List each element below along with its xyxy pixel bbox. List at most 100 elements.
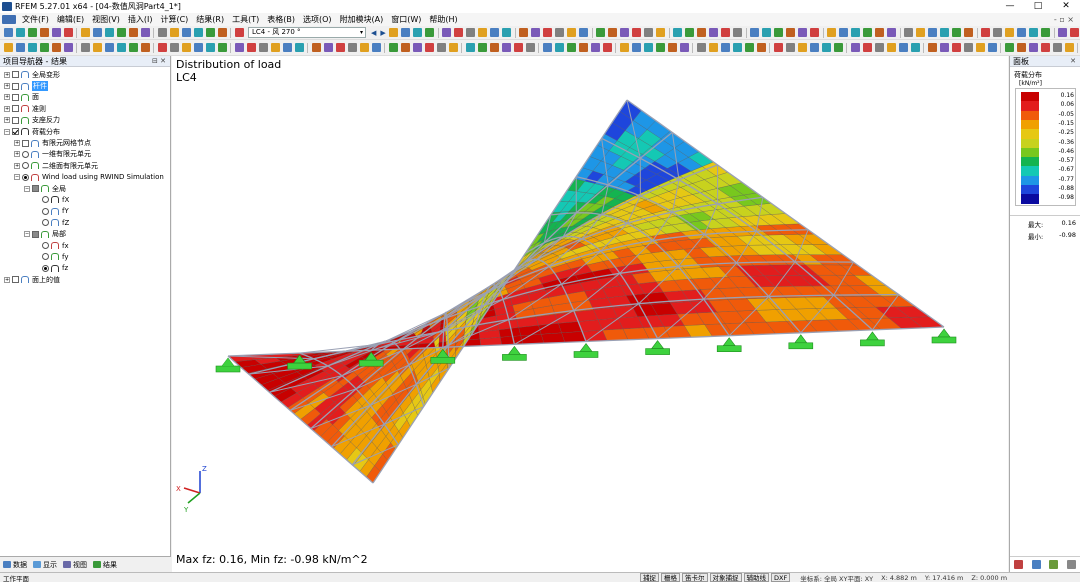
tree-item[interactable]: + 准则: [0, 103, 170, 114]
toolbar-button-icon[interactable]: [412, 43, 422, 52]
toolbar-button-icon[interactable]: [696, 43, 706, 52]
maximize-button[interactable]: □: [1024, 0, 1052, 13]
toolbar-button-icon[interactable]: [732, 43, 742, 52]
color-legend[interactable]: 0.16 0.06 -0.05 -0.15 -0.25 -0.36 -0.46 -0.57 -0…: [1015, 88, 1076, 206]
toolbar-button-icon[interactable]: [774, 28, 784, 37]
cartesian-toggle[interactable]: 笛卡尔: [682, 573, 708, 582]
toolbar-button-icon[interactable]: [478, 28, 488, 37]
tab-results[interactable]: 结果: [90, 560, 120, 570]
tree-item[interactable]: + 全局变形: [0, 69, 170, 80]
toolbar-button-icon[interactable]: [555, 28, 565, 37]
factor-icon[interactable]: [1031, 559, 1041, 569]
toolbar-button-icon[interactable]: [448, 43, 458, 52]
toolbar-button-icon[interactable]: [401, 28, 411, 37]
toolbar-button-icon[interactable]: [27, 43, 37, 52]
filter-icon[interactable]: [1049, 559, 1059, 569]
toolbar-button-icon[interactable]: [963, 43, 973, 52]
tree-item[interactable]: + 二维面有限元单元: [0, 160, 170, 171]
toolbar-button-icon[interactable]: [975, 43, 985, 52]
tree-checkbox[interactable]: [22, 139, 29, 147]
tree-checkbox[interactable]: [12, 71, 19, 79]
toolbar-button-icon[interactable]: [685, 28, 695, 37]
toolbar-button-icon[interactable]: [850, 43, 860, 52]
toolbar-button-icon[interactable]: [916, 28, 926, 37]
toolbar-button-icon[interactable]: [898, 43, 908, 52]
toolbar-button-icon[interactable]: [596, 28, 606, 37]
toolbar-button-icon[interactable]: [887, 28, 897, 37]
toolbar-button-icon[interactable]: [157, 28, 167, 37]
tree-checkbox[interactable]: [12, 105, 19, 113]
collapse-icon[interactable]: −: [24, 231, 30, 238]
toolbar-button-icon[interactable]: [619, 43, 629, 52]
expand-icon[interactable]: +: [4, 105, 10, 112]
toolbar-button-icon[interactable]: [927, 43, 937, 52]
menu-add-ons[interactable]: 附加模块(A): [336, 14, 388, 25]
toolbar-button-icon[interactable]: [116, 28, 126, 37]
collapse-icon[interactable]: −: [4, 128, 10, 135]
toolbar-button-icon[interactable]: [388, 43, 398, 52]
grid-toggle[interactable]: 栅格: [661, 573, 680, 582]
toolbar-button-icon[interactable]: [63, 28, 73, 37]
toolbar-button-icon[interactable]: [15, 28, 25, 37]
menu-table[interactable]: 表格(B): [263, 14, 299, 25]
toolbar-button-icon[interactable]: [1017, 28, 1027, 37]
toolbar-button-icon[interactable]: [655, 43, 665, 52]
toolbar-button-icon[interactable]: [940, 28, 950, 37]
toolbar-button-icon[interactable]: [282, 43, 292, 52]
toolbar-button-icon[interactable]: [821, 43, 831, 52]
toolbar-button-icon[interactable]: [311, 43, 321, 52]
toolbar-button-icon[interactable]: [335, 43, 345, 52]
toolbar-button-icon[interactable]: [359, 43, 369, 52]
toolbar-button-icon[interactable]: [104, 43, 114, 52]
toolbar-button-icon[interactable]: [51, 28, 61, 37]
toolbar-button-icon[interactable]: [140, 43, 150, 52]
navigator-pin-close[interactable]: ⊟ ✕: [152, 56, 166, 67]
toolbar-button-icon[interactable]: [128, 43, 138, 52]
toolbar-button-icon[interactable]: [667, 43, 677, 52]
toolbar-button-icon[interactable]: [502, 28, 512, 37]
toolbar-button-icon[interactable]: [579, 28, 589, 37]
toolbar-button-icon[interactable]: [875, 28, 885, 37]
toolbar-button-icon[interactable]: [193, 43, 203, 52]
collapse-icon[interactable]: −: [14, 174, 20, 181]
toolbar-button-icon[interactable]: [39, 43, 49, 52]
menu-options[interactable]: 选项(O): [299, 14, 336, 25]
toolbar-button-icon[interactable]: [951, 43, 961, 52]
tree-item[interactable]: − 荷载分布: [0, 126, 170, 137]
expand-icon[interactable]: +: [4, 83, 10, 90]
menu-insert[interactable]: 插入(I): [124, 14, 157, 25]
toolbar-button-icon[interactable]: [525, 43, 535, 52]
collapse-icon[interactable]: −: [24, 185, 30, 192]
tree-checkbox[interactable]: [12, 82, 19, 90]
toolbar-button-icon[interactable]: [258, 43, 268, 52]
expand-icon[interactable]: +: [4, 71, 10, 78]
toolbar-button-icon[interactable]: [987, 43, 997, 52]
toolbar-button-icon[interactable]: [400, 43, 410, 52]
toolbar-button-icon[interactable]: [1016, 43, 1026, 52]
toolbar-button-icon[interactable]: [454, 28, 464, 37]
color-scale-icon[interactable]: [1014, 559, 1024, 569]
toolbar-button-icon[interactable]: [424, 43, 434, 52]
toolbar-button-icon[interactable]: [294, 43, 304, 52]
toolbar-button-icon[interactable]: [910, 43, 920, 52]
toolbar-button-icon[interactable]: [234, 28, 244, 37]
menu-calculate[interactable]: 计算(C): [156, 14, 192, 25]
tree-checkbox[interactable]: [12, 128, 19, 136]
toolbar-button-icon[interactable]: [1052, 43, 1062, 52]
toolbar-button-icon[interactable]: [27, 28, 37, 37]
toolbar-button-icon[interactable]: [193, 28, 203, 37]
toolbar-button-icon[interactable]: [827, 28, 837, 37]
toolbar-button-icon[interactable]: [928, 28, 938, 37]
toolbar-button-icon[interactable]: [679, 43, 689, 52]
toolbar-button-icon[interactable]: [744, 43, 754, 52]
menu-help[interactable]: 帮助(H): [425, 14, 461, 25]
load-case-select[interactable]: LC4 - 风 270 ° ▾: [248, 27, 366, 38]
tree-item[interactable]: fX: [0, 194, 170, 205]
menu-results[interactable]: 结果(R): [192, 14, 228, 25]
toolbar-button-icon[interactable]: [3, 43, 13, 52]
toolbar-button-icon[interactable]: [477, 43, 487, 52]
wind-load-model[interactable]: Z X Y: [172, 56, 1008, 572]
toolbar-button-icon[interactable]: [466, 28, 476, 37]
tree-radio[interactable]: [22, 162, 29, 170]
close-button[interactable]: ✕: [1052, 0, 1080, 13]
